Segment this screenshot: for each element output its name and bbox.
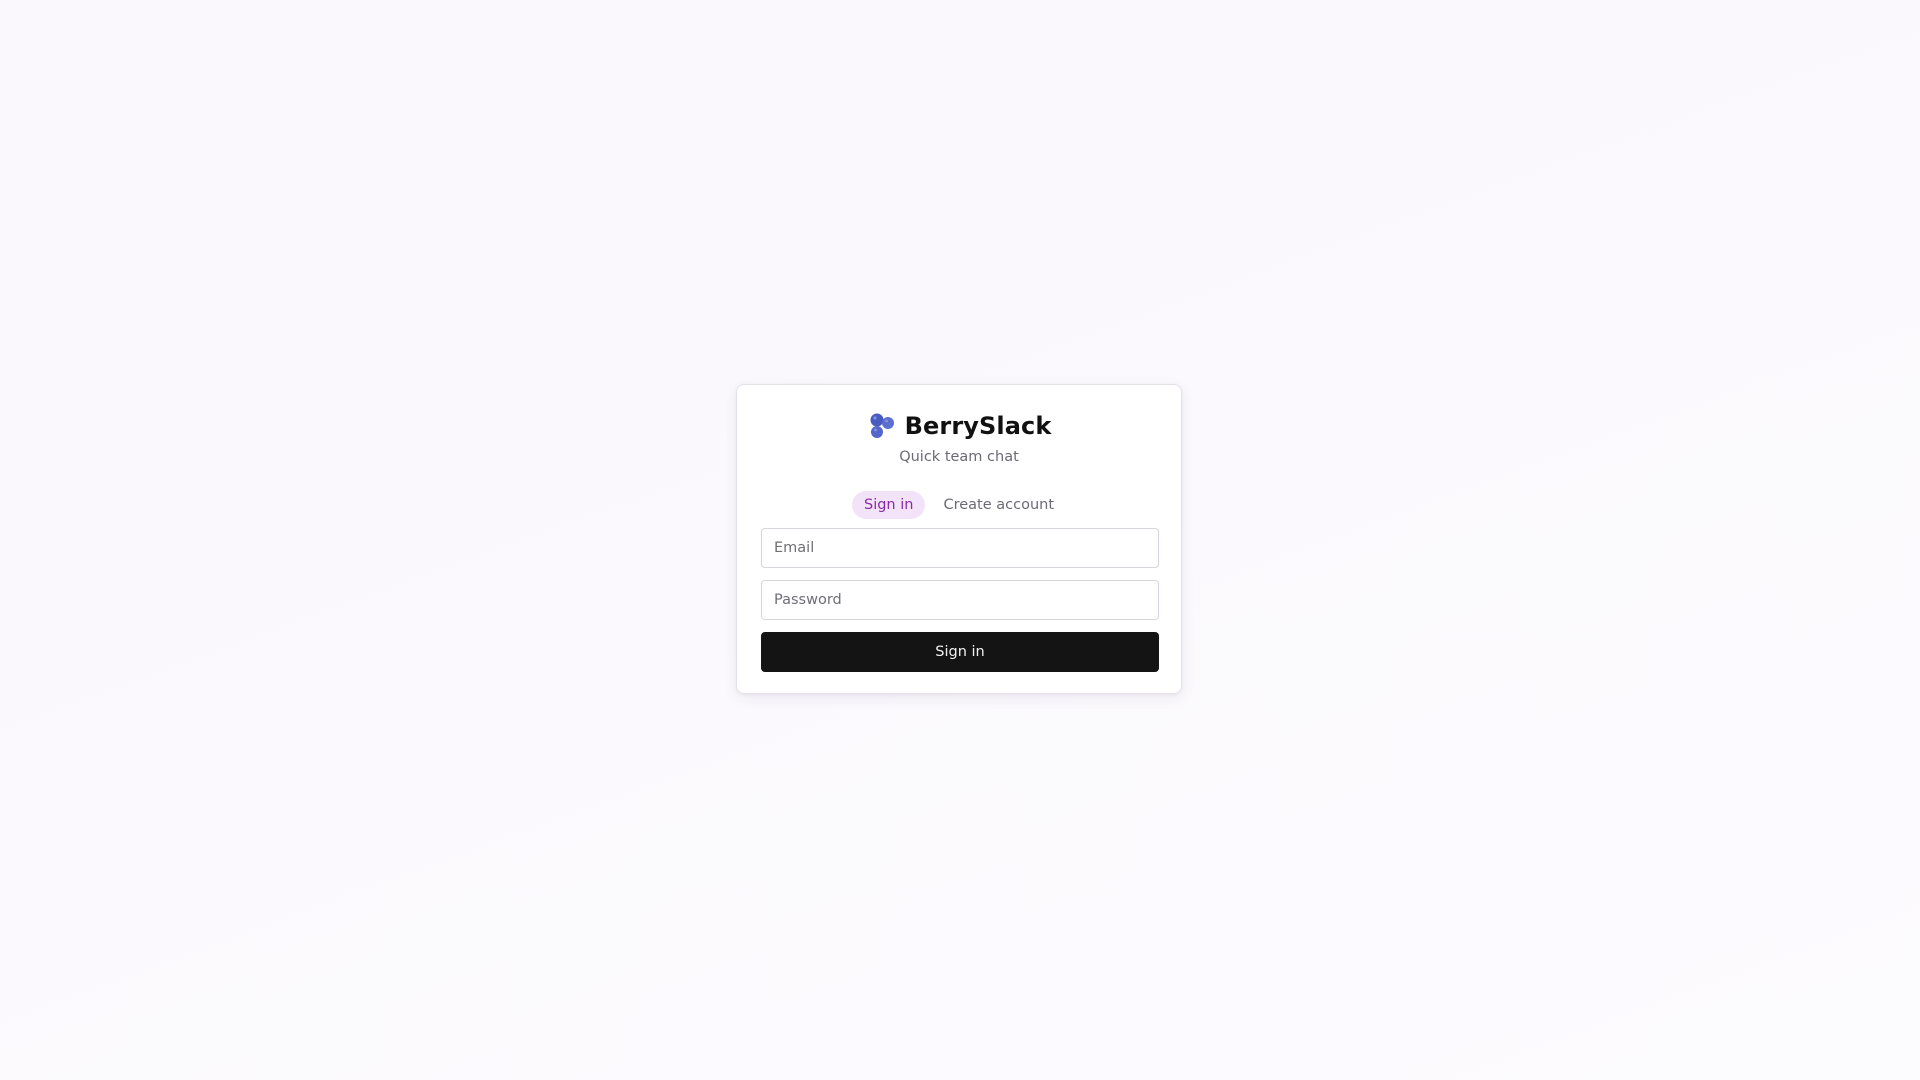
brand-header: BerrySlack [761,409,1157,443]
password-field[interactable] [761,580,1159,620]
tab-create-account[interactable]: Create account [931,491,1066,519]
login-card: BerrySlack Quick team chat Sign in Creat… [736,384,1182,694]
tab-sign-in[interactable]: Sign in [851,491,926,519]
auth-tabs: Sign in Create account [761,491,1157,519]
app-title: BerrySlack [904,412,1052,440]
sign-in-button[interactable]: Sign in [761,632,1159,672]
email-field[interactable] [761,528,1159,568]
blueberry-icon [867,411,897,441]
app-tagline: Quick team chat [899,449,1019,465]
